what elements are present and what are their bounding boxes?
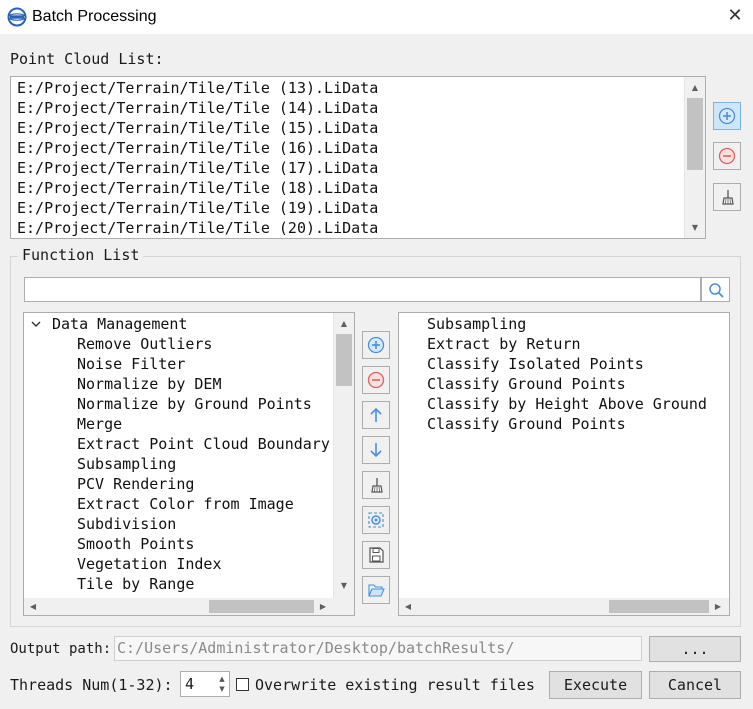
broom-icon <box>722 190 734 205</box>
function-tree-hscrollbar[interactable]: ◀ ▶ <box>24 598 354 615</box>
tree-item[interactable]: Tile by Range <box>77 574 330 594</box>
scroll-left-arrow-icon[interactable]: ◀ <box>401 598 415 615</box>
scroll-up-arrow-icon[interactable]: ▲ <box>334 315 354 332</box>
arrow-down-icon <box>370 443 382 458</box>
clear-functions-button[interactable] <box>362 471 390 499</box>
point-cloud-item[interactable]: E:/Project/Terrain/Tile/Tile (17).LiData <box>17 158 378 178</box>
scroll-right-arrow-icon[interactable]: ▶ <box>711 598 725 615</box>
tree-item[interactable]: Smooth Points <box>77 534 330 554</box>
point-cloud-item[interactable]: E:/Project/Terrain/Tile/Tile (18).LiData <box>17 178 378 198</box>
point-cloud-item[interactable]: E:/Project/Terrain/Tile/Tile (19).LiData <box>17 198 378 218</box>
app-logo-icon <box>7 7 27 27</box>
tree-item[interactable]: Normalize by DEM <box>77 374 330 394</box>
point-cloud-item[interactable]: E:/Project/Terrain/Tile/Tile (16).LiData <box>17 138 378 158</box>
selected-function-item[interactable]: Classify by Height Above Ground <box>427 394 707 414</box>
save-icon <box>369 547 384 563</box>
selected-function-item[interactable]: Classify Ground Points <box>427 374 707 394</box>
overwrite-label: Overwrite existing result files <box>255 676 535 694</box>
point-cloud-list-label: Point Cloud List: <box>10 50 164 68</box>
point-cloud-list[interactable]: E:/Project/Terrain/Tile/Tile (13).LiData… <box>10 76 706 239</box>
add-function-button[interactable] <box>362 331 390 359</box>
point-cloud-item[interactable]: E:/Project/Terrain/Tile/Tile (15).LiData <box>17 118 378 138</box>
function-list-label: Function List <box>18 246 144 264</box>
selected-function-item[interactable]: Extract by Return <box>427 334 707 354</box>
scroll-right-arrow-icon[interactable]: ▶ <box>316 598 330 615</box>
plus-circle-icon <box>718 107 736 125</box>
minus-circle-icon <box>367 371 385 389</box>
threads-spinbox[interactable]: 4 ▲ ▼ <box>180 671 230 697</box>
cancel-button[interactable]: Cancel <box>649 671 741 699</box>
selected-function-items: Subsampling Extract by Return Classify Iso… <box>427 314 707 434</box>
execute-button[interactable]: Execute <box>549 671 642 699</box>
function-search-input[interactable] <box>24 277 701 302</box>
scrollbar-thumb[interactable] <box>336 334 352 386</box>
selected-list-hscrollbar[interactable]: ◀ ▶ <box>399 598 729 615</box>
point-cloud-item[interactable]: E:/Project/Terrain/Tile/Tile (20).LiData <box>17 218 378 238</box>
tree-node-data-management[interactable]: Data Management <box>28 314 328 334</box>
threads-label: Threads Num(1-32): <box>10 676 173 694</box>
tree-item[interactable]: PCV Rendering <box>77 474 330 494</box>
search-icon <box>709 283 724 298</box>
minus-circle-icon <box>718 147 736 165</box>
window-title: Batch Processing <box>32 8 157 25</box>
remove-function-button[interactable] <box>362 366 390 394</box>
spin-up-icon[interactable]: ▲ <box>216 674 228 684</box>
tree-item[interactable]: Extract Point Cloud Boundary <box>77 434 330 454</box>
selected-functions-list[interactable]: Subsampling Extract by Return Classify Iso… <box>398 312 730 616</box>
search-button[interactable] <box>701 277 730 302</box>
tree-item[interactable]: Extract Color from Image <box>77 494 330 514</box>
save-function-list-button[interactable] <box>362 541 390 569</box>
scrollbar-thumb[interactable] <box>687 98 703 170</box>
threads-value: 4 <box>185 675 195 693</box>
selected-function-item[interactable]: Classify Isolated Points <box>427 354 707 374</box>
tree-item[interactable]: Noise Filter <box>77 354 330 374</box>
selected-function-item[interactable]: Classify Ground Points <box>427 414 707 434</box>
output-path-field[interactable]: C:/Users/Administrator/Desktop/batchResu… <box>114 636 642 661</box>
broom-icon <box>371 478 383 493</box>
tree-item[interactable]: Merge <box>77 414 330 434</box>
scroll-left-arrow-icon[interactable]: ◀ <box>26 598 40 615</box>
move-down-button[interactable] <box>362 436 390 464</box>
spin-down-icon[interactable]: ▼ <box>216 684 228 694</box>
tree-children: Remove Outliers Noise Filter Normalize by … <box>77 334 330 594</box>
tree-item[interactable]: Normalize by Ground Points <box>77 394 330 414</box>
remove-point-cloud-button[interactable] <box>713 142 741 170</box>
close-icon[interactable]: ✕ <box>724 4 746 28</box>
batch-processing-window: Batch Processing ✕ Point Cloud List: E:/… <box>0 0 753 709</box>
gear-icon <box>368 512 384 528</box>
browse-output-button[interactable]: ... <box>649 636 741 662</box>
tree-item[interactable]: Subdivision <box>77 514 330 534</box>
scroll-down-arrow-icon[interactable]: ▼ <box>685 219 705 236</box>
output-path-label: Output path: <box>10 641 112 657</box>
selected-function-item[interactable]: Subsampling <box>427 314 707 334</box>
overwrite-checkbox[interactable] <box>236 678 249 691</box>
add-point-cloud-button[interactable] <box>713 102 741 130</box>
open-function-list-button[interactable] <box>362 576 390 604</box>
folder-open-icon <box>368 584 385 597</box>
scroll-up-arrow-icon[interactable]: ▲ <box>685 79 705 96</box>
scroll-down-arrow-icon[interactable]: ▼ <box>334 577 354 594</box>
point-cloud-item[interactable]: E:/Project/Terrain/Tile/Tile (14).LiData <box>17 98 378 118</box>
function-tree-vscrollbar[interactable]: ▲ ▼ <box>333 313 354 598</box>
chevron-down-icon[interactable] <box>30 319 42 329</box>
plus-circle-icon <box>367 336 385 354</box>
function-tree[interactable]: Data Management Remove Outliers Noise Fil… <box>23 312 355 616</box>
point-cloud-items: E:/Project/Terrain/Tile/Tile (13).LiData… <box>17 78 378 238</box>
clear-point-cloud-button[interactable] <box>713 183 741 211</box>
point-cloud-item[interactable]: E:/Project/Terrain/Tile/Tile (13).LiData <box>17 78 378 98</box>
tree-item[interactable]: Remove Outliers <box>77 334 330 354</box>
arrow-up-icon <box>370 407 382 422</box>
tree-item[interactable]: Subsampling <box>77 454 330 474</box>
tree-root-label: Data Management <box>52 315 188 333</box>
point-cloud-scrollbar[interactable]: ▲ ▼ <box>684 77 705 238</box>
settings-function-button[interactable] <box>362 506 390 534</box>
scrollbar-thumb[interactable] <box>609 600 709 613</box>
tree-item[interactable]: Vegetation Index <box>77 554 330 574</box>
scrollbar-thumb[interactable] <box>209 600 314 613</box>
move-up-button[interactable] <box>362 401 390 429</box>
